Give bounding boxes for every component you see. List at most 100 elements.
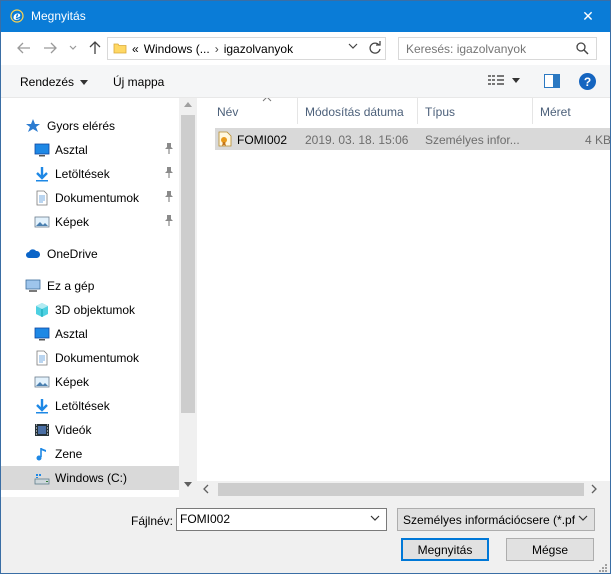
sidebar-item-label: 3D objektumok	[55, 303, 136, 317]
sidebar-item[interactable]: Képek	[1, 370, 179, 394]
sidebar-item-label: Windows (C:)	[55, 471, 128, 485]
sidebar-item-label: Ez a gép	[47, 279, 95, 293]
navigation-pane: Gyors elérés Asztal Letöltések Dokumentumok…	[1, 98, 197, 497]
column-header-type[interactable]: Típus	[418, 98, 533, 124]
sidebar-item[interactable]: Windows (C:)	[1, 466, 179, 490]
pictures-icon	[34, 374, 50, 390]
column-header-name[interactable]: Név	[210, 98, 298, 124]
refresh-button[interactable]	[367, 41, 385, 57]
new-folder-button[interactable]: Új mappa	[113, 75, 164, 89]
search-box[interactable]	[398, 37, 597, 60]
folder-icon	[113, 43, 127, 54]
search-input[interactable]	[406, 41, 566, 57]
help-button[interactable]: ?	[579, 73, 596, 90]
scroll-right-icon[interactable]	[591, 484, 597, 494]
sidebar-item[interactable]: Asztal	[1, 322, 179, 346]
back-arrow-icon	[17, 42, 30, 54]
refresh-icon	[369, 41, 381, 54]
sidebar-item-label: Dokumentumok	[55, 191, 140, 205]
overflow-crumbs-icon[interactable]: «	[132, 42, 139, 56]
search-icon	[576, 42, 589, 55]
filename-input[interactable]	[180, 512, 360, 526]
cloud-icon	[25, 246, 41, 262]
pin-icon	[164, 190, 174, 205]
back-button[interactable]	[16, 40, 32, 56]
chevron-down-icon	[69, 45, 77, 50]
video-icon	[34, 422, 50, 438]
vertical-scrollbar[interactable]	[179, 98, 197, 497]
file-row[interactable]: FOMI002 2019. 03. 18. 15:06 Személyes in…	[215, 128, 610, 150]
dialog-footer: Fájlnév: Személyes információcsere (*.pf…	[1, 498, 610, 573]
certificate-file-icon	[218, 131, 232, 147]
sidebar-item[interactable]: Zene	[1, 442, 179, 466]
pin-icon	[164, 166, 174, 181]
sidebar-item-label: Asztal	[55, 143, 88, 157]
chevron-down-icon[interactable]	[370, 515, 380, 522]
details-view-icon	[488, 75, 504, 85]
download-icon	[34, 398, 50, 414]
scrollbar-thumb[interactable]	[218, 483, 584, 496]
caret-down-icon	[512, 77, 520, 83]
open-button[interactable]: Megnyitás	[401, 538, 489, 561]
pictures-icon	[34, 214, 50, 230]
chevron-down-icon[interactable]	[348, 43, 358, 50]
sidebar-item[interactable]: Removable Disk (D:)	[1, 490, 179, 497]
sidebar-item-label: Képek	[55, 215, 90, 229]
scroll-down-icon[interactable]	[184, 482, 192, 487]
open-file-dialog: e Megnyitás ✕ « Windows (... › igazolvan…	[0, 0, 611, 574]
recent-locations-button[interactable]	[65, 40, 81, 56]
preview-pane-icon	[544, 74, 560, 88]
breadcrumb-separator-icon[interactable]: ›	[215, 42, 219, 56]
internet-explorer-icon: e	[10, 9, 24, 23]
title-bar[interactable]: e Megnyitás ✕	[1, 1, 610, 32]
chevron-down-icon	[578, 515, 588, 521]
sidebar-item-label: Gyors elérés	[47, 119, 116, 133]
sidebar-item[interactable]: Ez a gép	[1, 274, 179, 298]
sidebar-item[interactable]: OneDrive	[1, 242, 179, 266]
file-type-filter[interactable]: Személyes információcsere (*.pfx	[397, 508, 595, 531]
cancel-button[interactable]: Mégse	[506, 538, 594, 561]
scroll-up-icon[interactable]	[184, 102, 192, 107]
navigation-bar: « Windows (... › igazolvanyok	[1, 32, 610, 65]
forward-button[interactable]	[42, 40, 58, 56]
sidebar-item[interactable]: Képek	[1, 210, 179, 234]
breadcrumb-igazolvanyok[interactable]: igazolvanyok	[224, 42, 293, 56]
sidebar-item-label: Zene	[55, 447, 83, 461]
sidebar-item-label: Letöltések	[55, 399, 110, 413]
change-view-button[interactable]	[488, 74, 520, 86]
sidebar-item-label: Removable Disk (D:)	[55, 495, 166, 497]
scroll-left-icon[interactable]	[203, 484, 209, 494]
sidebar-item[interactable]: 3D objektumok	[1, 298, 179, 322]
pin-icon	[164, 142, 174, 157]
download-icon	[34, 166, 50, 182]
preview-pane-button[interactable]	[544, 74, 560, 91]
file-size: 4 KB	[585, 133, 610, 147]
organize-label: Rendezés	[20, 75, 75, 89]
scrollbar-thumb[interactable]	[181, 115, 195, 413]
sidebar-item[interactable]: Dokumentumok	[1, 186, 179, 210]
column-header-size[interactable]: Méret	[533, 98, 610, 124]
computer-icon	[25, 278, 41, 294]
sort-ascending-icon	[262, 98, 272, 102]
sidebar-item[interactable]: Gyors elérés	[1, 114, 179, 138]
file-name: FOMI002	[237, 133, 288, 147]
sidebar-item[interactable]: Letöltések	[1, 162, 179, 186]
column-header-date[interactable]: Módosítás dátuma	[298, 98, 418, 124]
sidebar-item[interactable]: Videók	[1, 418, 179, 442]
resize-grip-icon[interactable]	[598, 563, 608, 573]
up-button[interactable]	[87, 40, 103, 56]
forward-arrow-icon	[44, 42, 57, 54]
horizontal-scrollbar[interactable]	[197, 481, 610, 498]
sidebar-item[interactable]: Asztal	[1, 138, 179, 162]
close-button[interactable]: ✕	[566, 1, 610, 32]
breadcrumb-windows[interactable]: Windows (...	[144, 42, 210, 56]
filename-label: Fájlnév:	[131, 514, 174, 528]
sidebar-item[interactable]: Dokumentumok	[1, 346, 179, 370]
organize-button[interactable]: Rendezés	[20, 75, 89, 89]
filename-combobox[interactable]	[176, 508, 387, 531]
svg-text:e: e	[13, 9, 21, 23]
file-type-filter-value: Személyes információcsere (*.pfx	[403, 513, 575, 527]
sidebar-item[interactable]: Letöltések	[1, 394, 179, 418]
document-icon	[34, 350, 50, 366]
address-bar[interactable]: « Windows (... › igazolvanyok	[107, 37, 386, 60]
